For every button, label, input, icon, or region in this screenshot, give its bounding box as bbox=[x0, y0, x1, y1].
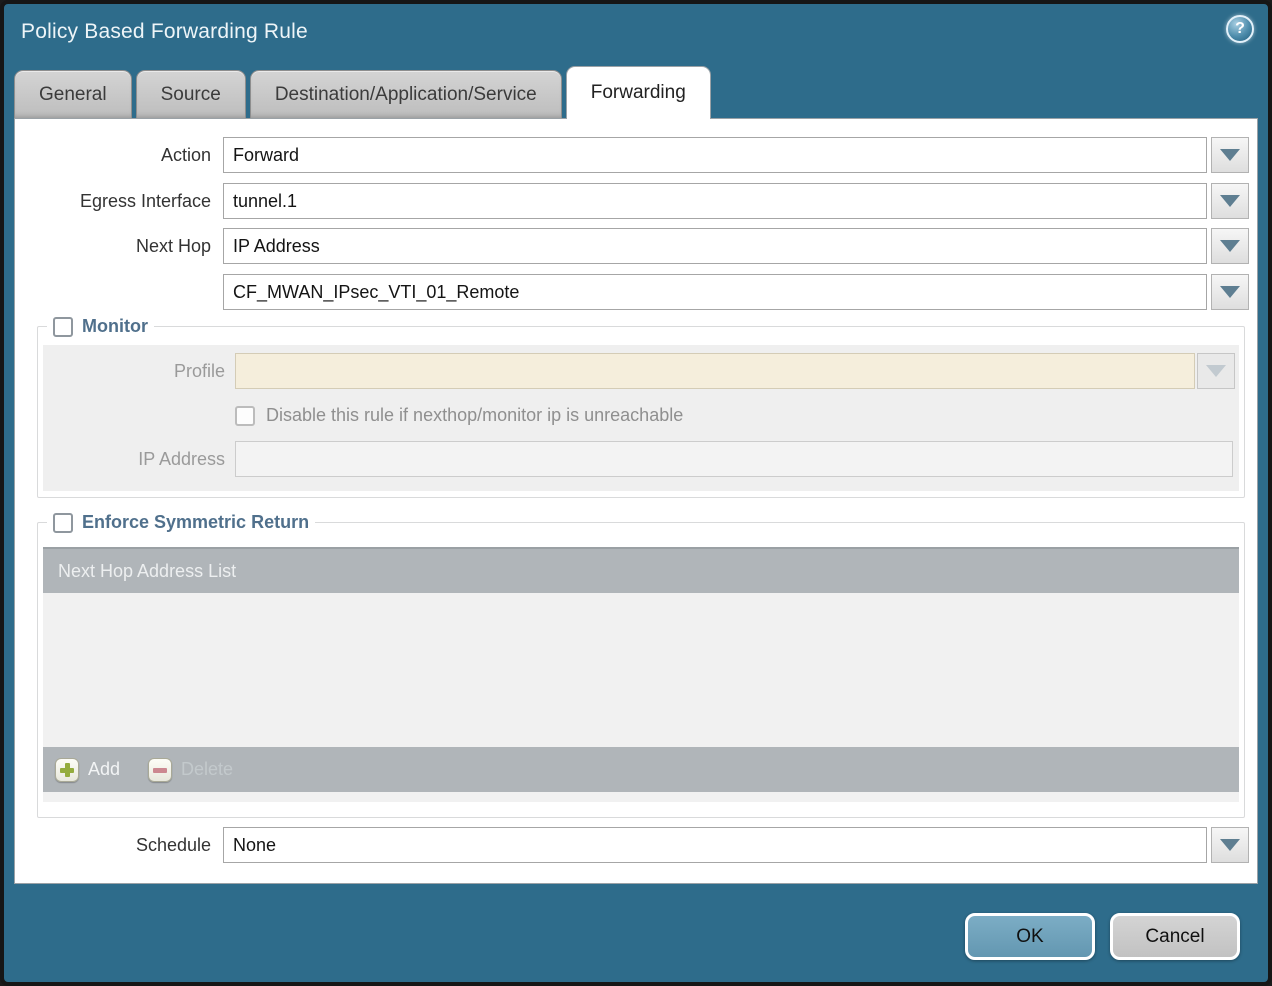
chevron-down-icon bbox=[1220, 286, 1240, 298]
help-icon[interactable]: ? bbox=[1226, 15, 1254, 43]
delete-button-label: Delete bbox=[181, 759, 233, 780]
chevron-down-icon bbox=[1206, 365, 1226, 377]
action-label: Action bbox=[27, 145, 211, 166]
enforce-symmetric-return-checkbox[interactable] bbox=[53, 513, 73, 533]
ok-button[interactable]: OK bbox=[965, 913, 1095, 960]
delete-button[interactable]: Delete bbox=[148, 758, 233, 782]
next-hop-row: Next Hop bbox=[27, 228, 1249, 264]
profile-dropdown-button bbox=[1197, 353, 1235, 389]
monitor-checkbox[interactable] bbox=[53, 317, 73, 337]
add-button[interactable]: Add bbox=[55, 758, 120, 782]
schedule-row: Schedule bbox=[27, 827, 1249, 863]
help-glyph: ? bbox=[1235, 20, 1245, 38]
monitor-body: Profile Disable this rule if nexthop/mon… bbox=[43, 345, 1239, 491]
tab-forwarding[interactable]: Forwarding bbox=[566, 66, 711, 119]
action-dropdown-button[interactable] bbox=[1211, 137, 1249, 173]
action-row: Action bbox=[27, 137, 1249, 173]
profile-row: Profile bbox=[43, 353, 1235, 389]
cancel-button-label: Cancel bbox=[1145, 926, 1204, 948]
ok-button-label: OK bbox=[1016, 926, 1043, 948]
next-hop-address-list-header-label: Next Hop Address List bbox=[58, 561, 236, 582]
monitor-group: Monitor Profile Disable this rule if nex… bbox=[37, 316, 1245, 498]
tab-general-label: General bbox=[39, 84, 107, 106]
next-hop-address-table-toolbar: Add Delete bbox=[43, 747, 1239, 792]
egress-interface-row: Egress Interface bbox=[27, 183, 1249, 219]
egress-interface-dropdown-button[interactable] bbox=[1211, 183, 1249, 219]
enforce-title: Enforce Symmetric Return bbox=[82, 512, 309, 533]
plus-icon bbox=[55, 758, 79, 782]
disable-rule-checkbox[interactable] bbox=[235, 406, 255, 426]
tab-destination-application-service[interactable]: Destination/Application/Service bbox=[250, 70, 562, 118]
chevron-down-icon bbox=[1220, 149, 1240, 161]
action-input[interactable] bbox=[223, 137, 1207, 173]
table-bottom-strip bbox=[43, 792, 1239, 802]
policy-based-forwarding-dialog: Policy Based Forwarding Rule ? General S… bbox=[0, 0, 1272, 986]
egress-interface-label: Egress Interface bbox=[27, 191, 211, 212]
profile-label: Profile bbox=[43, 361, 225, 382]
tab-forwarding-label: Forwarding bbox=[591, 82, 686, 104]
next-hop-address-table: Next Hop Address List Add Delete bbox=[43, 547, 1239, 802]
monitor-legend: Monitor bbox=[47, 316, 154, 337]
chevron-down-icon bbox=[1220, 195, 1240, 207]
next-hop-type-input[interactable] bbox=[223, 228, 1207, 264]
egress-interface-input[interactable] bbox=[223, 183, 1207, 219]
next-hop-type-dropdown-button[interactable] bbox=[1211, 228, 1249, 264]
monitor-ip-address-row: IP Address bbox=[43, 441, 1235, 477]
enforce-legend: Enforce Symmetric Return bbox=[47, 512, 315, 533]
schedule-dropdown-button[interactable] bbox=[1211, 827, 1249, 863]
tab-source-label: Source bbox=[161, 84, 221, 106]
next-hop-label: Next Hop bbox=[27, 236, 211, 257]
monitor-title: Monitor bbox=[82, 316, 148, 337]
next-hop-address-row bbox=[27, 274, 1249, 310]
add-button-label: Add bbox=[88, 759, 120, 780]
minus-icon bbox=[148, 758, 172, 782]
tab-bar: General Source Destination/Application/S… bbox=[14, 66, 711, 118]
tab-source[interactable]: Source bbox=[136, 70, 246, 118]
next-hop-address-list-header: Next Hop Address List bbox=[43, 547, 1239, 593]
cancel-button[interactable]: Cancel bbox=[1110, 913, 1240, 960]
enforce-symmetric-return-group: Enforce Symmetric Return Next Hop Addres… bbox=[37, 512, 1245, 818]
next-hop-address-table-body[interactable] bbox=[43, 593, 1239, 747]
next-hop-address-input[interactable] bbox=[223, 274, 1207, 310]
chevron-down-icon bbox=[1220, 839, 1240, 851]
monitor-ip-address-input bbox=[235, 441, 1233, 477]
tab-destination-label: Destination/Application/Service bbox=[275, 84, 537, 106]
disable-rule-label: Disable this rule if nexthop/monitor ip … bbox=[266, 405, 683, 426]
forwarding-tab-panel: Action Egress Interface Next Hop bbox=[14, 118, 1258, 884]
tab-general[interactable]: General bbox=[14, 70, 132, 118]
disable-rule-row: Disable this rule if nexthop/monitor ip … bbox=[235, 405, 1235, 426]
dialog-footer: OK Cancel bbox=[965, 913, 1240, 960]
next-hop-address-dropdown-button[interactable] bbox=[1211, 274, 1249, 310]
schedule-label: Schedule bbox=[27, 835, 211, 856]
monitor-ip-address-label: IP Address bbox=[43, 449, 225, 470]
dialog-title: Policy Based Forwarding Rule bbox=[21, 20, 308, 44]
profile-input bbox=[235, 353, 1195, 389]
chevron-down-icon bbox=[1220, 240, 1240, 252]
schedule-input[interactable] bbox=[223, 827, 1207, 863]
